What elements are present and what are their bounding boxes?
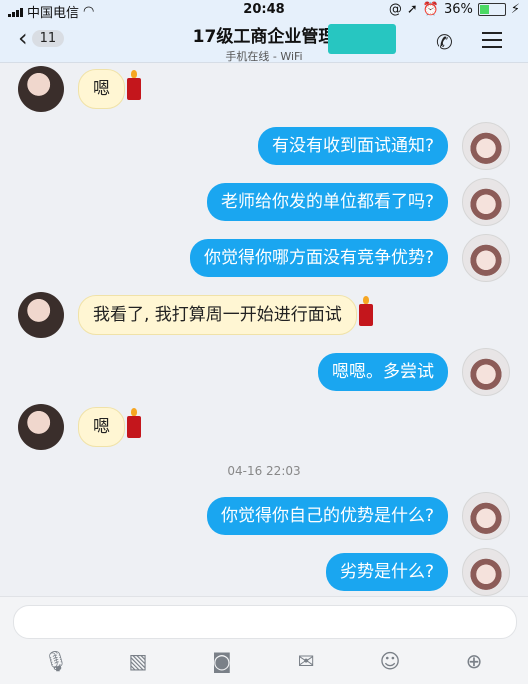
message-outgoing: 你觉得你哪方面没有竞争优势? <box>189 234 510 282</box>
input-bar: 🎙 ▧ ◙ ✉ ☺ ⊕ <box>0 596 528 684</box>
message-outgoing: 有没有收到面试通知? <box>257 122 510 170</box>
red-packet-icon[interactable]: ✉ <box>292 649 320 673</box>
avatar[interactable] <box>462 122 510 170</box>
avatar[interactable] <box>18 292 64 338</box>
phone-icon[interactable]: ✆ <box>436 30 453 54</box>
status-bar: 中国电信 ◠ 20:48 @ ➚ ⏰ 36% ⚡ <box>0 0 528 21</box>
message-outgoing: 嗯嗯。多尝试 <box>318 348 510 396</box>
message-bubble[interactable]: 有没有收到面试通知? <box>257 127 448 165</box>
location-icon: ➚ <box>406 2 418 17</box>
candle-icon <box>127 408 141 438</box>
message-incoming: 我看了, 我打算周一开始进行面试 <box>18 292 373 338</box>
message-outgoing: 老师给你发的单位都看了吗? <box>206 178 510 226</box>
candle-icon <box>127 70 141 100</box>
avatar[interactable] <box>462 548 510 596</box>
message-outgoing: 你觉得你自己的优势是什么? <box>206 492 510 540</box>
menu-icon[interactable] <box>482 32 502 53</box>
avatar[interactable] <box>18 404 64 450</box>
avatar[interactable] <box>462 348 510 396</box>
message-bubble[interactable]: 嗯嗯。多尝试 <box>318 353 448 391</box>
redaction-mark <box>328 24 396 54</box>
message-bubble[interactable]: 你觉得你哪方面没有竞争优势? <box>189 239 448 277</box>
battery-percent: 36% <box>443 2 473 17</box>
chat-header: ‹ 11 17级工商企业管理 手机在线 - WiFi ✆ <box>0 20 528 63</box>
microphone-icon[interactable]: 🎙 <box>42 649 70 673</box>
timestamp: 04-16 22:03 <box>227 464 301 478</box>
emoji-icon[interactable]: ☺ <box>376 649 404 673</box>
charging-icon: ⚡ <box>510 2 520 17</box>
avatar[interactable] <box>18 66 64 112</box>
avatar[interactable] <box>462 178 510 226</box>
message-bubble[interactable]: 老师给你发的单位都看了吗? <box>206 183 448 221</box>
camera-icon[interactable]: ◙ <box>208 649 236 673</box>
candle-icon <box>358 296 373 326</box>
message-bubble[interactable]: 我看了, 我打算周一开始进行面试 <box>78 295 357 335</box>
battery-icon <box>477 3 506 16</box>
avatar[interactable] <box>462 492 510 540</box>
message-bubble[interactable]: 嗯 <box>78 69 125 109</box>
message-input[interactable] <box>13 605 517 639</box>
message-bubble[interactable]: 嗯 <box>78 407 125 447</box>
message-incoming: 嗯 <box>18 66 141 112</box>
message-bubble[interactable]: 劣势是什么? <box>325 553 448 591</box>
avatar[interactable] <box>462 234 510 282</box>
image-icon[interactable]: ▧ <box>124 649 152 673</box>
plus-icon[interactable]: ⊕ <box>460 649 488 673</box>
message-incoming: 嗯 <box>18 404 141 450</box>
message-outgoing: 劣势是什么? <box>325 548 510 596</box>
message-bubble[interactable]: 你觉得你自己的优势是什么? <box>206 497 448 535</box>
alarm-icon: ⏰ <box>422 2 439 17</box>
at-icon: @ <box>388 2 402 17</box>
